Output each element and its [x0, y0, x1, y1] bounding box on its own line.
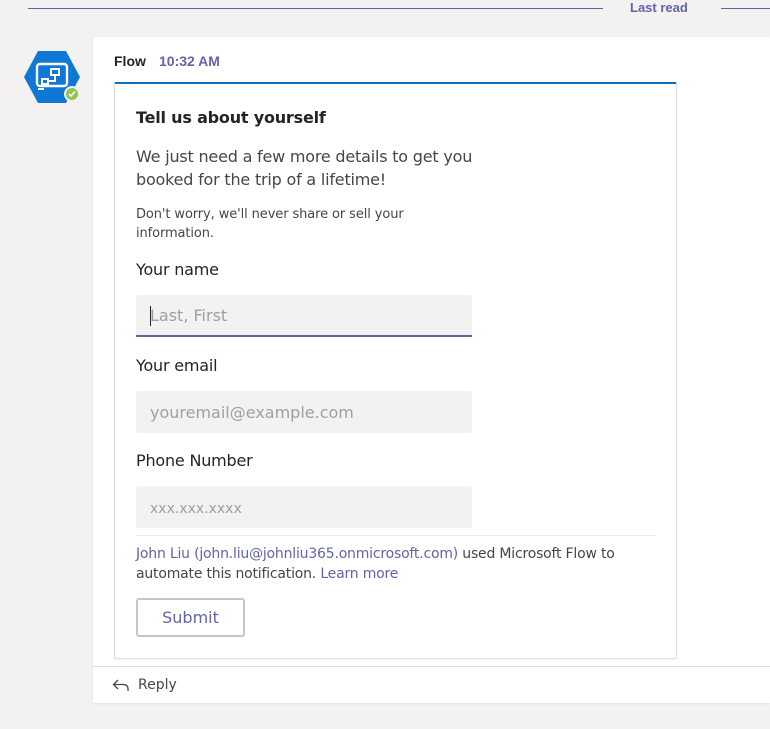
phone-input[interactable]	[136, 486, 472, 528]
reply-button[interactable]: Reply	[93, 666, 770, 703]
last-read-divider-right	[721, 8, 770, 9]
flow-attribution: John Liu (john.liu@johnliu365.onmicrosof…	[136, 544, 616, 584]
user-link[interactable]: John Liu (john.liu@johnliu365.onmicrosof…	[136, 546, 458, 562]
submit-button[interactable]: Submit	[136, 598, 245, 637]
sender-name[interactable]: Flow	[114, 53, 146, 69]
learn-more-link[interactable]: Learn more	[320, 566, 398, 582]
reply-arrow-icon	[112, 679, 129, 691]
message-bubble: Flow 10:32 AM Tell us about yourself We …	[93, 37, 770, 703]
last-read-label: Last read	[630, 0, 688, 15]
adaptive-card: Tell us about yourself We just need a fe…	[114, 82, 677, 659]
email-field-label: Your email	[136, 356, 218, 375]
card-subtitle: We just need a few more details to get y…	[136, 147, 473, 189]
card-privacy-note: Don't worry, we'll never share or sell y…	[136, 207, 404, 241]
text-caret	[150, 306, 151, 326]
message-timestamp: 10:32 AM	[159, 53, 220, 69]
email-input[interactable]	[136, 391, 472, 433]
reply-label: Reply	[138, 677, 177, 693]
available-check-icon	[64, 86, 80, 102]
name-input[interactable]	[136, 295, 472, 337]
last-read-divider-left	[28, 8, 603, 9]
phone-field-label: Phone Number	[136, 451, 253, 470]
name-field-label: Your name	[136, 260, 219, 279]
card-title: Tell us about yourself	[136, 108, 326, 127]
card-separator	[136, 535, 656, 536]
